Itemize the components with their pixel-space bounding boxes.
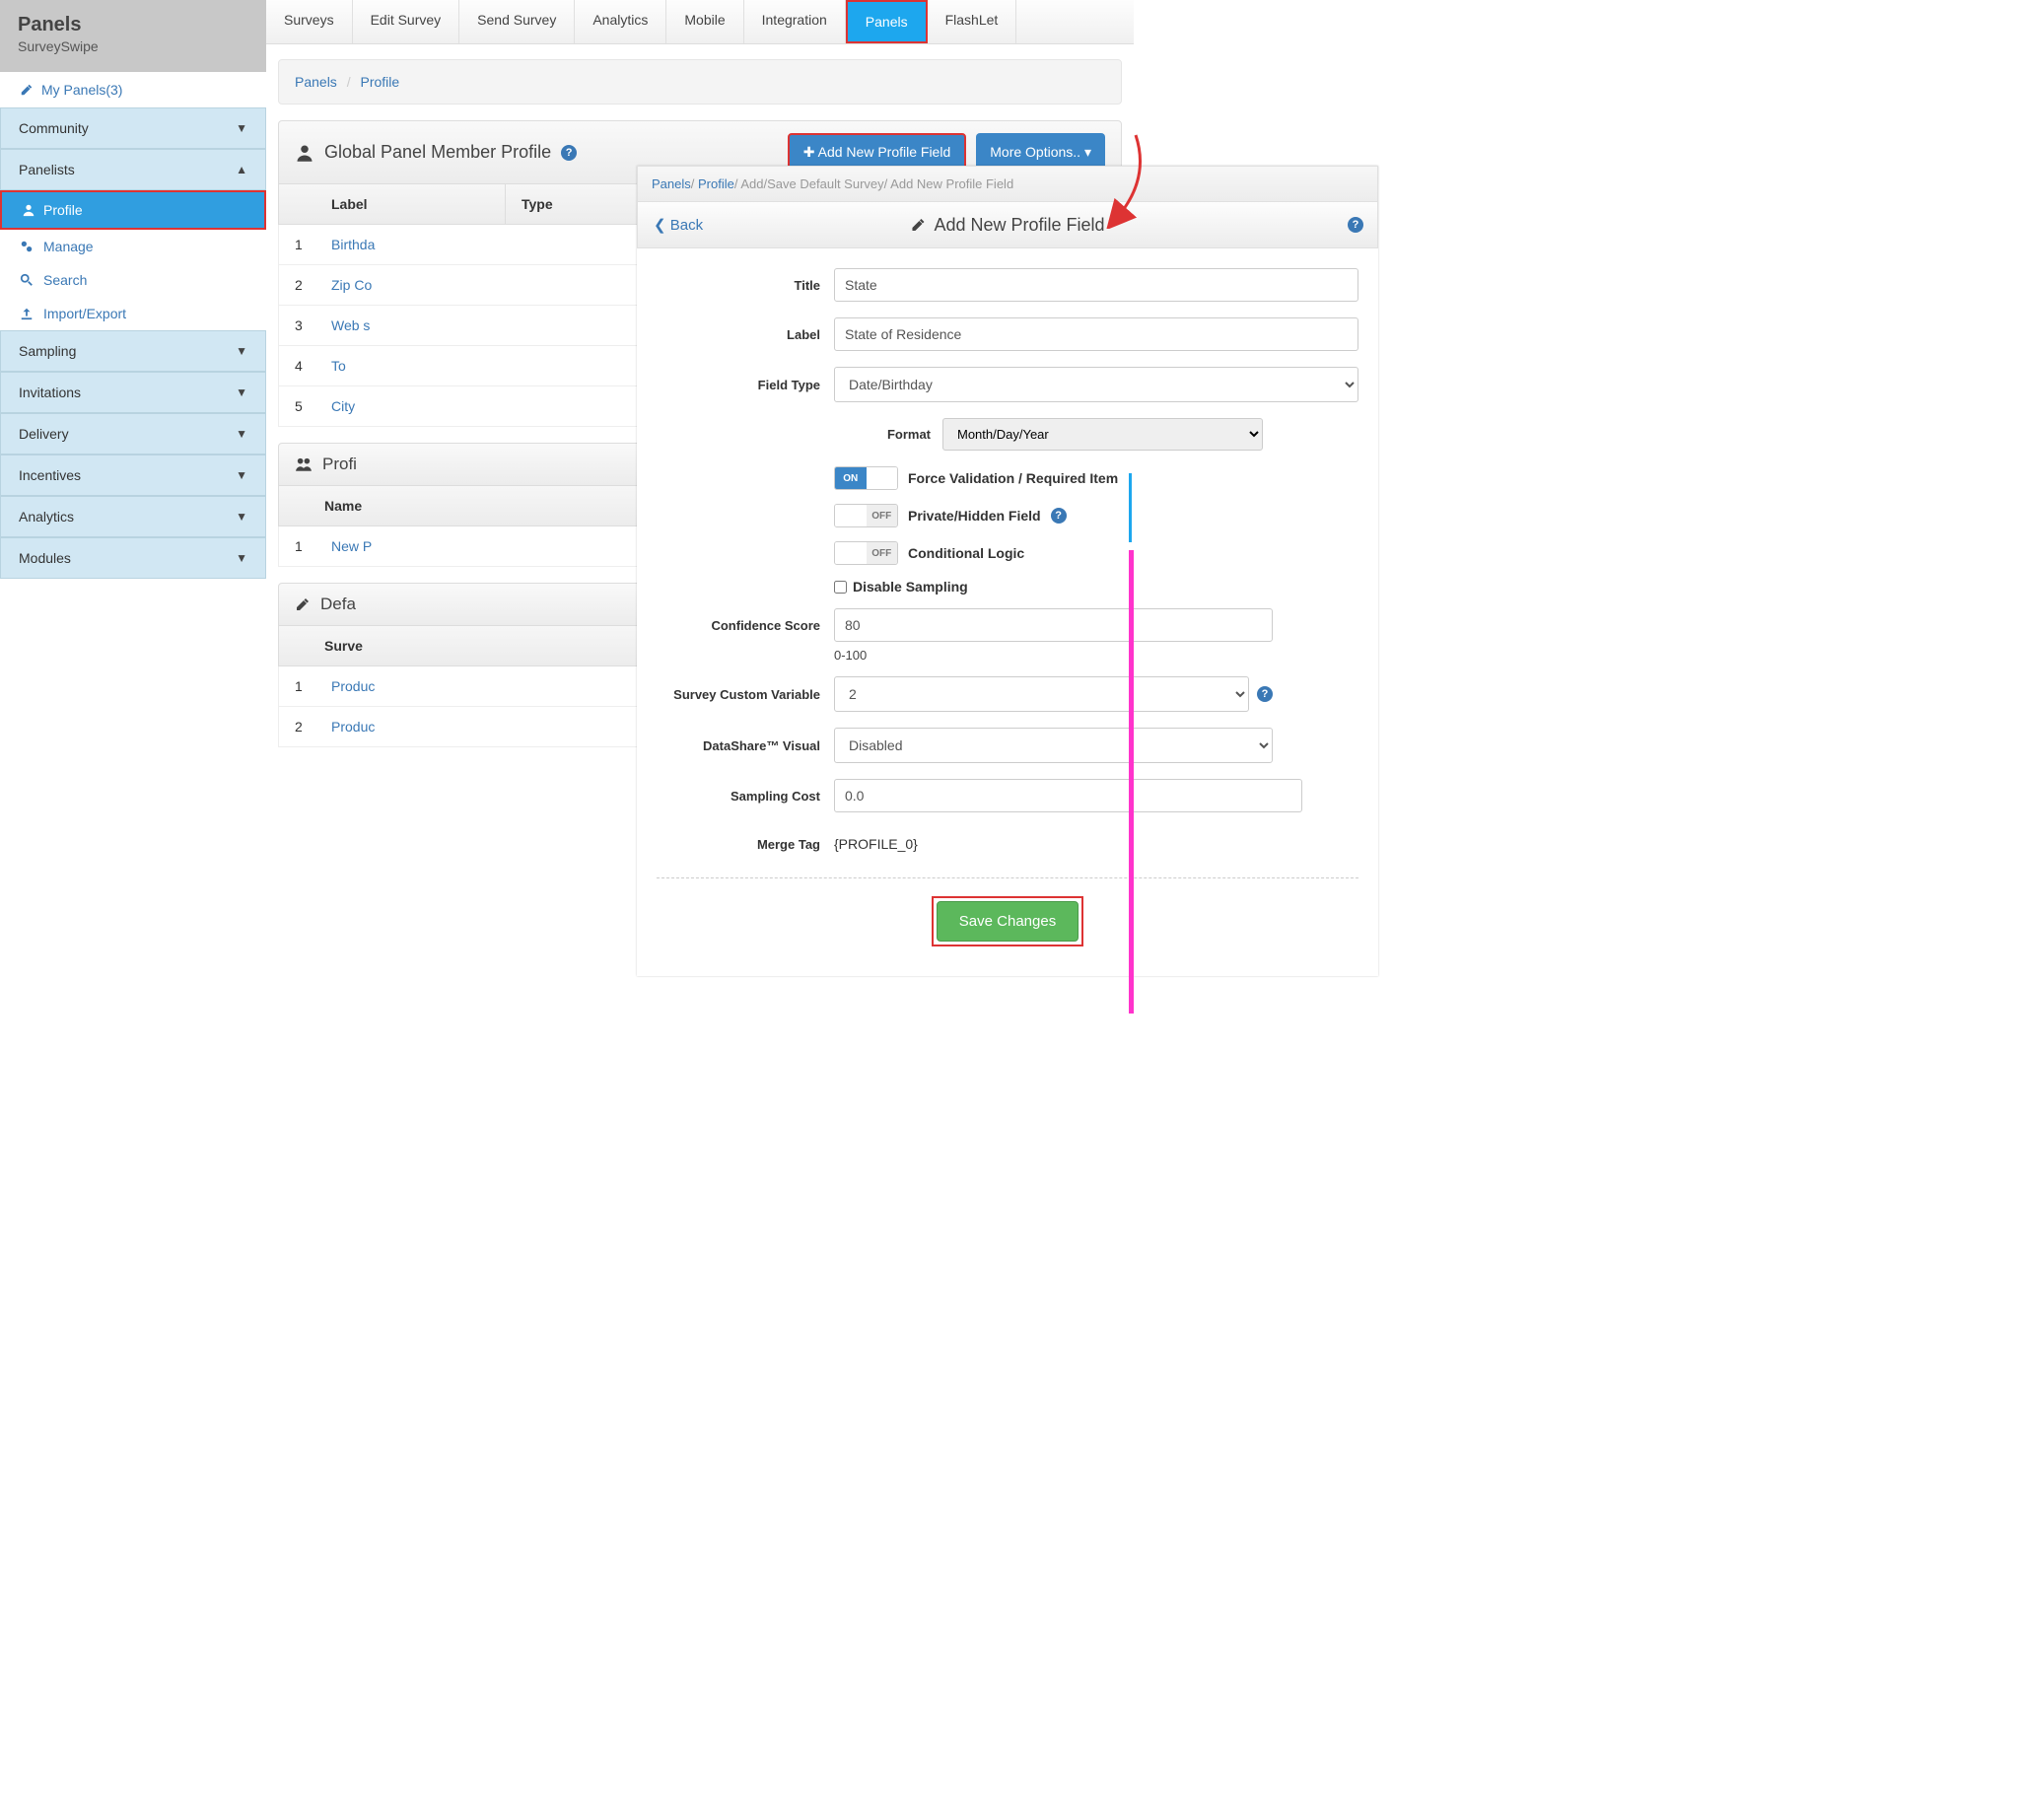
invitations-section[interactable]: Invitations▼ xyxy=(0,372,266,413)
incentives-section[interactable]: Incentives▼ xyxy=(0,455,266,496)
private-field-toggle[interactable]: OFF xyxy=(834,504,898,527)
edit-icon xyxy=(20,83,34,97)
modal-breadcrumb: Panels/ Profile/ Add/Save Default Survey… xyxy=(637,166,1378,202)
format-select[interactable]: Month/Day/Year xyxy=(942,418,1263,451)
tab-panels[interactable]: Panels xyxy=(846,0,928,43)
conditional-logic-label: Conditional Logic xyxy=(908,545,1024,561)
label-input[interactable] xyxy=(834,317,1358,351)
tab-analytics[interactable]: Analytics xyxy=(575,0,666,43)
search-icon xyxy=(20,273,34,287)
merge-value: {PROFILE_0} xyxy=(834,828,918,860)
datashare-select[interactable]: Disabled xyxy=(834,728,1273,763)
breadcrumb: Panels / Profile xyxy=(278,59,1122,105)
edit-icon xyxy=(295,596,311,612)
force-validation-label: Force Validation / Required Item xyxy=(908,470,1118,486)
add-profile-field-modal: Panels/ Profile/ Add/Save Default Survey… xyxy=(637,166,1378,976)
chevron-down-icon: ▼ xyxy=(236,427,247,441)
sidebar-subtitle: SurveySwipe xyxy=(18,38,248,54)
force-validation-toggle[interactable]: ON xyxy=(834,466,898,490)
gears-icon xyxy=(20,240,34,253)
top-nav: Surveys Edit Survey Send Survey Analytic… xyxy=(266,0,1134,44)
chevron-down-icon: ▼ xyxy=(236,510,247,524)
conditional-logic-toggle[interactable]: OFF xyxy=(834,541,898,565)
user-icon xyxy=(22,203,35,217)
decorative-strip xyxy=(1129,473,1132,542)
chevron-down-icon: ▼ xyxy=(236,344,247,358)
chevron-down-icon: ▼ xyxy=(236,551,247,565)
sidebar-header: Panels SurveySwipe xyxy=(0,0,266,72)
format-label: Format xyxy=(834,427,942,442)
label-label: Label xyxy=(657,327,834,342)
sidebar: Panels SurveySwipe My Panels(3) Communit… xyxy=(0,0,266,757)
upload-icon xyxy=(20,307,34,320)
profile-nav-item[interactable]: Profile xyxy=(0,190,266,230)
community-section[interactable]: Community ▼ xyxy=(0,107,266,149)
tab-mobile[interactable]: Mobile xyxy=(666,0,743,43)
chevron-down-icon: ▼ xyxy=(236,468,247,482)
col-label: Label xyxy=(315,184,506,224)
help-icon[interactable]: ? xyxy=(1051,508,1067,524)
chevron-down-icon: ▾ xyxy=(1084,144,1091,160)
edit-icon xyxy=(910,217,926,233)
decorative-strip xyxy=(1129,550,1134,1014)
manage-nav-item[interactable]: Manage xyxy=(0,230,266,263)
disable-sampling-checkbox[interactable] xyxy=(834,581,847,594)
import-export-nav-item[interactable]: Import/Export xyxy=(0,297,266,330)
disable-sampling-label: Disable Sampling xyxy=(853,579,968,595)
sidebar-title: Panels xyxy=(18,14,248,36)
modal-title: Add New Profile Field xyxy=(934,215,1104,236)
chevron-left-icon: ❮ xyxy=(654,217,670,234)
confidence-hint: 0-100 xyxy=(834,648,1358,663)
title-input[interactable] xyxy=(834,268,1358,302)
delivery-section[interactable]: Delivery▼ xyxy=(0,413,266,455)
merge-label: Merge Tag xyxy=(657,837,834,852)
help-icon[interactable]: ? xyxy=(1257,686,1273,702)
customvar-label: Survey Custom Variable xyxy=(657,687,834,702)
back-button[interactable]: ❮ Back xyxy=(654,216,703,234)
cost-input[interactable] xyxy=(834,779,1302,812)
page-title: Global Panel Member Profile xyxy=(324,142,551,163)
breadcrumb-profile[interactable]: Profile xyxy=(360,74,399,90)
modules-section[interactable]: Modules▼ xyxy=(0,537,266,579)
confidence-input[interactable] xyxy=(834,608,1273,642)
search-nav-item[interactable]: Search xyxy=(0,263,266,297)
cost-label: Sampling Cost xyxy=(657,789,834,804)
my-panels-link[interactable]: My Panels(3) xyxy=(0,72,266,107)
sampling-section[interactable]: Sampling▼ xyxy=(0,330,266,372)
plus-icon: ✚ xyxy=(803,144,818,160)
save-changes-button[interactable]: Save Changes xyxy=(937,901,1079,942)
fieldtype-select[interactable]: Date/Birthday xyxy=(834,367,1358,402)
panelists-section[interactable]: Panelists ▲ xyxy=(0,149,266,190)
user-icon xyxy=(295,143,314,163)
tab-flashlet[interactable]: FlashLet xyxy=(928,0,1017,43)
tab-send-survey[interactable]: Send Survey xyxy=(459,0,575,43)
private-field-label: Private/Hidden Field xyxy=(908,508,1041,524)
title-label: Title xyxy=(657,278,834,293)
chevron-up-icon: ▲ xyxy=(236,163,247,176)
help-icon[interactable]: ? xyxy=(1348,217,1363,233)
users-icon xyxy=(295,455,313,473)
help-icon[interactable]: ? xyxy=(561,145,577,161)
tab-edit-survey[interactable]: Edit Survey xyxy=(353,0,460,43)
chevron-down-icon: ▼ xyxy=(236,385,247,399)
main-content: Surveys Edit Survey Send Survey Analytic… xyxy=(266,0,1134,757)
datashare-label: DataShare™ Visual xyxy=(657,738,834,753)
fieldtype-label: Field Type xyxy=(657,378,834,392)
analytics-section[interactable]: Analytics▼ xyxy=(0,496,266,537)
tab-integration[interactable]: Integration xyxy=(744,0,846,43)
confidence-label: Confidence Score xyxy=(657,618,834,633)
tab-surveys[interactable]: Surveys xyxy=(266,0,353,43)
breadcrumb-panels[interactable]: Panels xyxy=(295,74,337,90)
chevron-down-icon: ▼ xyxy=(236,121,247,135)
customvar-select[interactable]: 2 xyxy=(834,676,1249,712)
